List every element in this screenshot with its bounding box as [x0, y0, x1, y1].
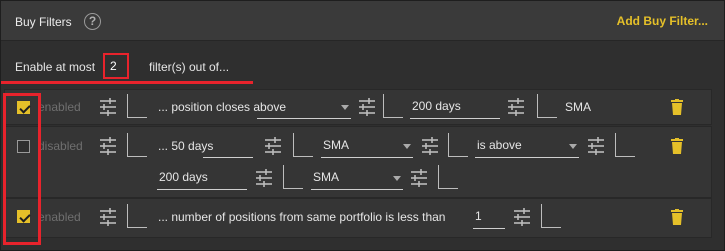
filter-1-trash-icon[interactable]: [671, 99, 683, 115]
chevron-down-icon: [403, 144, 411, 149]
highlight-underline: [1, 81, 253, 84]
filter-2-settings-icon-6[interactable]: [408, 167, 430, 189]
filter-2-settings-icon-4[interactable]: [585, 135, 607, 157]
filter-2-indicator-value: SMA: [323, 138, 350, 152]
filter-3-settings-icon[interactable]: [97, 206, 119, 228]
filter-1-dropdown[interactable]: [257, 95, 351, 119]
filter-2-bracket-1[interactable]: [127, 133, 147, 157]
filter-3-count-input[interactable]: 1: [473, 205, 505, 229]
filter-2-status: disabled: [38, 139, 83, 153]
filter-3-trash-icon[interactable]: [671, 209, 683, 225]
chevron-down-icon: [341, 105, 349, 110]
filter-2-bracket-2[interactable]: [293, 133, 313, 157]
filter-row-3: enabled ... number of positions from sam…: [4, 198, 712, 238]
filter-2-comparison-select[interactable]: is above: [475, 134, 579, 158]
filter-2-settings-icon[interactable]: [97, 135, 119, 157]
filter-3-settings-icon-2[interactable]: [511, 206, 533, 228]
filter-2-second-indicator-select[interactable]: SMA: [311, 166, 403, 190]
add-buy-filter-button[interactable]: Add Buy Filter...: [617, 14, 708, 28]
filter-2-period-input[interactable]: [203, 134, 253, 158]
filter-2-trash-icon[interactable]: [671, 138, 683, 154]
filter-3-condition-text: ... number of positions from same portfo…: [158, 210, 446, 224]
filter-1-settings-icon[interactable]: [97, 96, 119, 118]
filter-row-2: disabled ... 50 days SMA is above 200 da…: [4, 126, 712, 198]
filter-2-bracket-5[interactable]: [283, 165, 303, 189]
filter-row-1: enabled ... position closes above 200 da…: [4, 89, 712, 125]
filter-2-settings-icon-3[interactable]: [419, 135, 441, 157]
filter-2-second-indicator-value: SMA: [313, 170, 340, 184]
filter-2-settings-icon-5[interactable]: [253, 167, 275, 189]
filter-1-indicator-text: SMA: [565, 100, 592, 114]
filter-2-bracket-6[interactable]: [438, 165, 458, 189]
filter-1-bracket-1[interactable]: [127, 94, 147, 118]
filter-2-bracket-3[interactable]: [448, 133, 468, 157]
panel-header: Buy Filters ? Add Buy Filter...: [1, 1, 724, 41]
panel-title: Buy Filters: [15, 15, 72, 29]
filter-2-settings-icon-2[interactable]: [262, 135, 284, 157]
filter-2-indicator-select[interactable]: SMA: [321, 134, 413, 158]
filter-1-status: enabled: [38, 100, 81, 114]
filter-2-bracket-4[interactable]: [615, 133, 635, 157]
enable-at-most-label: Enable at most: [15, 60, 96, 74]
filter-3-status: enabled: [38, 210, 81, 224]
filter-3-bracket-2[interactable]: [541, 204, 561, 228]
highlight-frame: [3, 93, 41, 245]
buy-filters-panel: Buy Filters ? Add Buy Filter... Enable a…: [0, 0, 725, 251]
chevron-down-icon: [393, 176, 401, 181]
filter-1-bracket-2[interactable]: [383, 94, 403, 118]
filters-out-of-label: filter(s) out of...: [149, 60, 230, 74]
help-icon[interactable]: ?: [84, 13, 101, 30]
filter-1-bracket-3[interactable]: [537, 94, 557, 118]
filter-3-bracket-1[interactable]: [127, 204, 147, 228]
max-filters-input[interactable]: 2: [103, 53, 129, 79]
filter-2-comparison-value: is above: [477, 138, 522, 152]
chevron-down-icon: [569, 144, 577, 149]
filter-2-second-period-input[interactable]: 200 days: [157, 166, 247, 190]
filter-1-settings-icon-3[interactable]: [505, 96, 527, 118]
filter-1-period-input[interactable]: 200 days: [410, 95, 500, 119]
filter-1-settings-icon-2[interactable]: [356, 96, 378, 118]
